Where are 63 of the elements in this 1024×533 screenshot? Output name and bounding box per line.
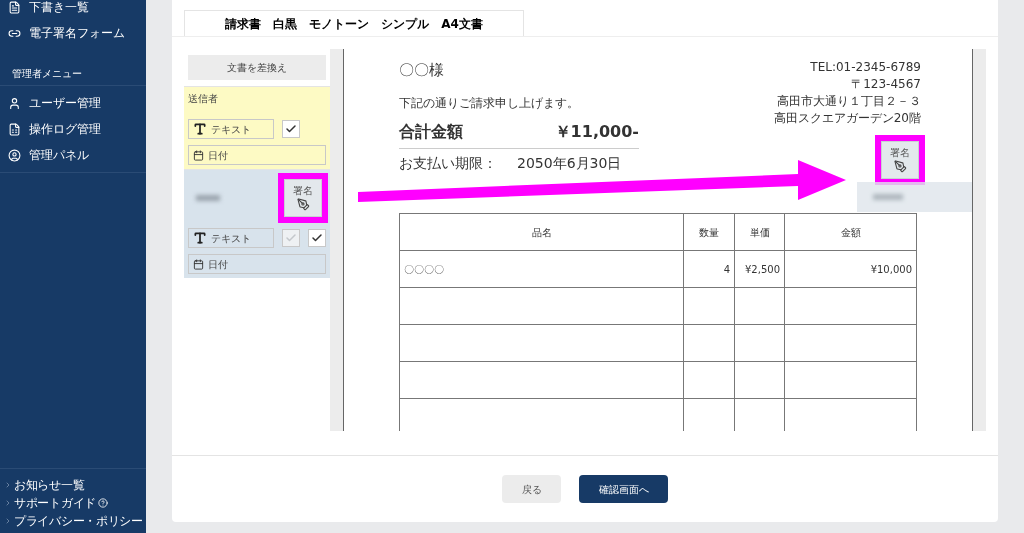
footer-link[interactable]: サポートガイド xyxy=(0,495,146,511)
sidebar-item[interactable]: 下書き一覧 xyxy=(0,0,146,20)
pen-icon xyxy=(296,197,310,211)
document-tab[interactable]: 請求書 白黒 モノトーン シンプル A4文書 xyxy=(184,10,524,36)
redacted-text xyxy=(873,194,903,200)
due-label: お支払い期限： xyxy=(399,153,497,173)
column-header: 品名 xyxy=(399,213,684,251)
table-cell: ¥2,500 xyxy=(734,250,785,288)
date-field[interactable]: 日付 xyxy=(188,254,326,274)
text-field[interactable]: テキスト xyxy=(188,119,274,139)
footer-link[interactable]: お知らせ一覧 xyxy=(0,477,146,493)
address-line: 高田市大通り１丁目２－３ xyxy=(777,93,921,110)
chevron-icon xyxy=(4,499,12,507)
check-icon xyxy=(285,232,297,244)
chevron-icon xyxy=(4,517,12,525)
calendar-icon xyxy=(193,149,204,161)
table-cell xyxy=(683,324,735,362)
replace-button[interactable]: 文書を差換え xyxy=(188,55,326,80)
table-cell xyxy=(683,287,735,325)
table-cell xyxy=(734,324,785,362)
calendar-icon xyxy=(193,258,204,270)
back-button[interactable]: 戻る xyxy=(502,475,561,503)
help-icon xyxy=(97,498,108,508)
user-icon xyxy=(8,148,21,162)
user-icon xyxy=(8,96,21,110)
column-header: 数量 xyxy=(683,213,735,251)
chevron-icon xyxy=(4,481,12,489)
text-field[interactable]: テキスト xyxy=(188,228,274,248)
document-icon xyxy=(8,122,21,136)
address-line: 高田スクエアガーデン20階 xyxy=(773,110,921,127)
footer-link[interactable]: プライバシー・ポリシー xyxy=(0,513,146,529)
section-heading: 管理者メニュー xyxy=(11,67,83,81)
text-icon xyxy=(193,122,207,136)
sidebar-item[interactable]: 電子署名フォーム xyxy=(0,20,146,46)
table-cell: ¥10,000 xyxy=(784,250,917,288)
table-cell xyxy=(734,361,785,399)
pen-icon xyxy=(893,159,907,173)
confirm-button[interactable]: 確認画面へ xyxy=(579,475,668,503)
address-line: TEL:01-2345-6789 xyxy=(810,59,921,76)
check-icon xyxy=(311,232,323,244)
sidebar-item[interactable]: 管理パネル xyxy=(0,142,146,168)
sidebar-item[interactable]: ユーザー管理 xyxy=(0,90,146,116)
date-field[interactable]: 日付 xyxy=(188,145,326,165)
column-header: 単価 xyxy=(734,213,785,251)
address-line: 〒123-4567 xyxy=(851,76,921,93)
checkbox[interactable] xyxy=(282,120,300,138)
document-icon xyxy=(8,0,21,14)
party-label: 送信者 xyxy=(188,92,219,106)
recipient-name: 〇〇様 xyxy=(399,60,445,81)
total-amount: ￥11,000- xyxy=(554,120,639,143)
intro-text: 下記の通りご請求申し上げます。 xyxy=(399,94,580,112)
table-cell xyxy=(734,287,785,325)
check-icon xyxy=(285,123,297,135)
text-icon xyxy=(193,231,207,245)
sidebar-item[interactable]: 操作ログ管理 xyxy=(0,116,146,142)
due-date: 2050年6月30日 xyxy=(517,153,622,173)
column-header: 金額 xyxy=(784,213,917,251)
table-cell xyxy=(683,361,735,399)
total-label: 合計金額 xyxy=(399,120,463,143)
redacted-text xyxy=(196,195,220,201)
checkbox[interactable] xyxy=(308,229,326,247)
table-cell: 〇〇〇〇 xyxy=(399,250,684,288)
table-cell: 4 xyxy=(683,250,735,288)
